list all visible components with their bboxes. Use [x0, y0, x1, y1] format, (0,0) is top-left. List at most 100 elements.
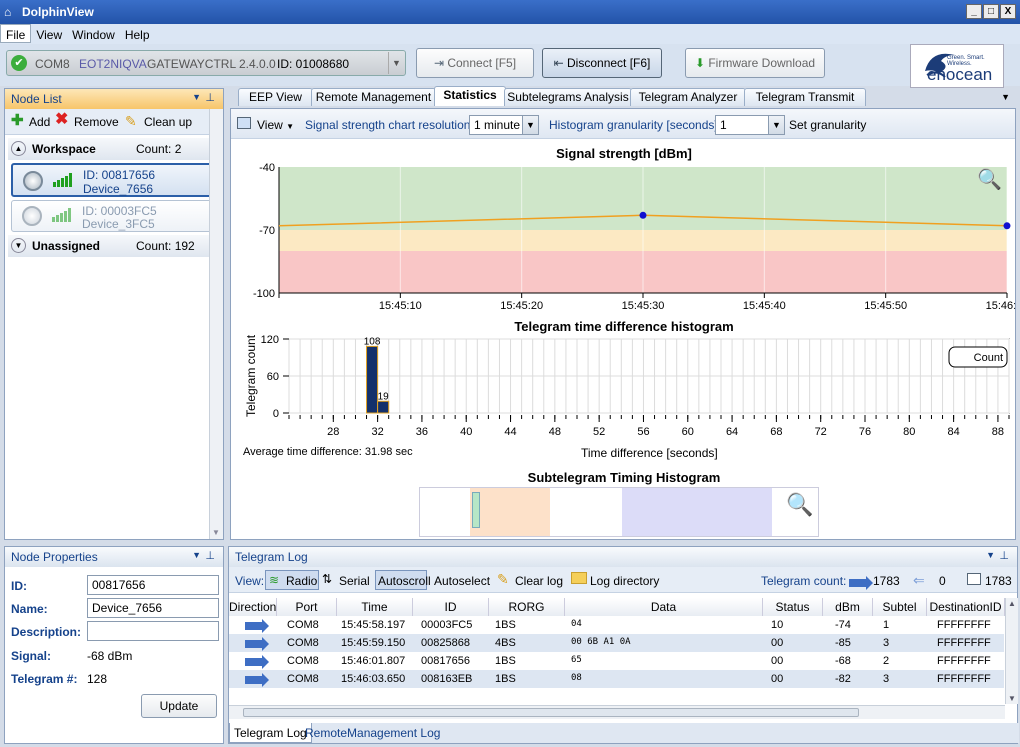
zoom-icon[interactable]: 🔍 — [977, 167, 1002, 192]
table-row[interactable]: COM8 15:45:58.197 00003FC5 1BS 04 10 -74 1 FFFFF… — [229, 616, 1004, 634]
remove-button[interactable]: Remove — [74, 115, 119, 129]
broom-icon[interactable]: ✎ — [125, 113, 137, 130]
menu-file[interactable]: File — [0, 24, 32, 43]
view-dropdown[interactable]: View ▼ — [257, 118, 294, 132]
legend-label: Count — [974, 352, 1003, 364]
log-bottom-tabs: Telegram Log RemoteManagement Log — [229, 723, 1019, 743]
chevron-down-icon[interactable]: ▼ — [1001, 92, 1010, 102]
cell-id: 00825868 — [421, 637, 470, 649]
connect-button[interactable]: ⇥ Connect [F5] — [416, 48, 534, 78]
column-port[interactable]: Port — [277, 598, 337, 616]
zoom-icon[interactable]: 🔍 — [786, 492, 813, 518]
connection-selector[interactable]: ✔ COM8 EOT2NIQVA GATEWAYCTRL 2.4.0.0 ID:… — [6, 50, 406, 76]
scroll-thumb[interactable] — [243, 708, 859, 717]
telegram-value: 128 — [87, 672, 108, 686]
tab-telegram-analyzer[interactable]: Telegram Analyzer — [630, 88, 746, 106]
log-vertical-scrollbar[interactable]: ▲ ▼ — [1005, 598, 1018, 704]
pin-icon[interactable]: ⊥ — [999, 549, 1009, 562]
chart-icon[interactable] — [237, 117, 251, 129]
chevron-up-icon[interactable]: ▲ — [1008, 599, 1016, 608]
y-tick-label: 120 — [261, 335, 279, 346]
bar-value-label: 108 — [364, 336, 381, 347]
telegram-log-title: Telegram Log — [235, 550, 308, 564]
menu-bar: File View Window Help — [0, 24, 1020, 44]
close-button[interactable]: X — [1000, 4, 1016, 19]
tab-eep-view[interactable]: EEP View — [238, 88, 313, 106]
column-id[interactable]: ID — [413, 598, 489, 616]
resolution-select[interactable]: 1 minute ▼ — [469, 115, 539, 135]
node-list-panel: Node List ▼ ⊥ ✚ Add ✖ Remove ✎ Clean up … — [4, 88, 224, 540]
table-row[interactable]: COM8 15:46:03.650 008163EB 1BS 08 00 -82 3 FFFFF… — [229, 670, 1004, 688]
add-icon[interactable]: ✚ — [11, 113, 24, 129]
x-tick-label: 52 — [593, 426, 605, 438]
node-item[interactable]: ID: 00817656 Device_7656 — [11, 163, 217, 197]
column-rorg[interactable]: RORG — [489, 598, 565, 616]
subtelegram-thumbnail: 🔍 — [419, 487, 819, 537]
unassigned-group[interactable]: ▼ Unassigned Count: 192 — [8, 235, 220, 257]
radio-toggle[interactable]: ≋ Radio — [265, 570, 319, 590]
set-granularity-button[interactable]: Set granularity — [789, 118, 866, 132]
remove-icon[interactable]: ✖ — [55, 112, 68, 128]
column-status[interactable]: Status — [763, 598, 823, 616]
log-directory-button[interactable]: Log directory — [590, 574, 659, 588]
tab-remotemanagement-log[interactable]: RemoteManagement Log — [305, 726, 440, 740]
tab-subtelegrams-analysis[interactable]: Subtelegrams Analysis — [504, 88, 632, 106]
serial-toggle[interactable]: Serial — [339, 574, 370, 588]
menu-window[interactable]: Window — [67, 25, 120, 42]
update-button[interactable]: Update — [141, 694, 217, 718]
column-direction[interactable]: Direction — [229, 598, 277, 616]
node-item[interactable]: ID: 00003FC5 Device_3FC5 — [11, 200, 217, 232]
name-field[interactable]: Device_7656 — [87, 598, 219, 618]
menu-view[interactable]: View — [31, 25, 67, 42]
column-dbm[interactable]: dBm — [823, 598, 873, 616]
maximize-button[interactable]: □ — [983, 4, 999, 19]
outgoing-count: 0 — [939, 574, 946, 588]
id-field[interactable]: 00817656 — [87, 575, 219, 595]
document-tabs: EEP View Remote Management Statistics Su… — [230, 86, 1016, 108]
chevron-down-icon[interactable]: ▼ — [986, 550, 995, 560]
table-row[interactable]: COM8 15:45:59.150 00825868 4BS 00 6B A1 0A 00… — [229, 634, 1004, 652]
tab-statistics[interactable]: Statistics — [434, 86, 506, 106]
column-time[interactable]: Time — [337, 598, 413, 616]
chevron-down-icon[interactable]: ▼ — [388, 52, 404, 74]
autoscroll-toggle[interactable]: Autoscroll — [375, 570, 431, 590]
column-subtel[interactable]: Subtel — [873, 598, 927, 616]
tab-telegram-transmit[interactable]: Telegram Transmit — [744, 88, 866, 106]
column-data[interactable]: Data — [565, 598, 763, 616]
x-tick-label: 88 — [992, 426, 1004, 438]
chevron-down-icon[interactable]: ▼ — [1008, 694, 1016, 703]
chevron-up-icon[interactable]: ▲ — [11, 141, 26, 156]
chevron-down-icon[interactable]: ▼ — [11, 238, 26, 253]
tab-remote-management[interactable]: Remote Management — [311, 88, 436, 106]
node-list-scrollbar[interactable]: ▼ — [209, 109, 223, 539]
log-horizontal-scrollbar[interactable] — [229, 705, 1005, 719]
disconnect-button[interactable]: ⇤ Disconnect [F6] — [542, 48, 662, 78]
x-tick-label: 44 — [504, 426, 516, 438]
minimize-button[interactable]: _ — [966, 4, 982, 19]
firmware-download-button[interactable]: ⬇ Firmware Download — [685, 48, 825, 78]
column-destinationid[interactable]: DestinationID — [927, 598, 1005, 616]
chevron-down-icon[interactable]: ▼ — [192, 550, 201, 560]
tab-telegram-log[interactable]: Telegram Log — [229, 723, 312, 743]
x-tick-label: 15:45:30 — [622, 300, 665, 312]
menu-help[interactable]: Help — [120, 25, 155, 42]
cell-rorg: 4BS — [495, 637, 516, 649]
workspace-group[interactable]: ▲ Workspace Count: 2 — [8, 138, 220, 160]
table-row[interactable]: COM8 15:46:01.807 00817656 1BS 65 00 -68 2 FFFFF… — [229, 652, 1004, 670]
histogram-ylabel: Telegram count — [244, 335, 258, 417]
clear-log-button[interactable]: Clear log — [515, 574, 563, 588]
autoselect-toggle[interactable]: Autoselect — [434, 574, 490, 588]
telegram-label: Telegram #: — [11, 672, 78, 686]
description-field[interactable] — [87, 621, 219, 641]
granularity-select[interactable]: 1 ▼ — [715, 115, 785, 135]
chevron-down-icon[interactable]: ▼ — [212, 528, 220, 537]
add-button[interactable]: Add — [29, 115, 50, 129]
chevron-down-icon[interactable]: ▼ — [192, 92, 201, 102]
cell-subtel: 3 — [883, 637, 890, 649]
pin-icon[interactable]: ⊥ — [205, 91, 215, 104]
x-tick-label: 80 — [903, 426, 915, 438]
histogram-xlabel: Time difference [seconds] — [581, 446, 718, 460]
node-properties-panel: Node Properties ▼ ⊥ ID: 00817656 Name: D… — [4, 546, 224, 744]
pin-icon[interactable]: ⊥ — [205, 549, 215, 562]
cleanup-button[interactable]: Clean up — [144, 115, 192, 129]
